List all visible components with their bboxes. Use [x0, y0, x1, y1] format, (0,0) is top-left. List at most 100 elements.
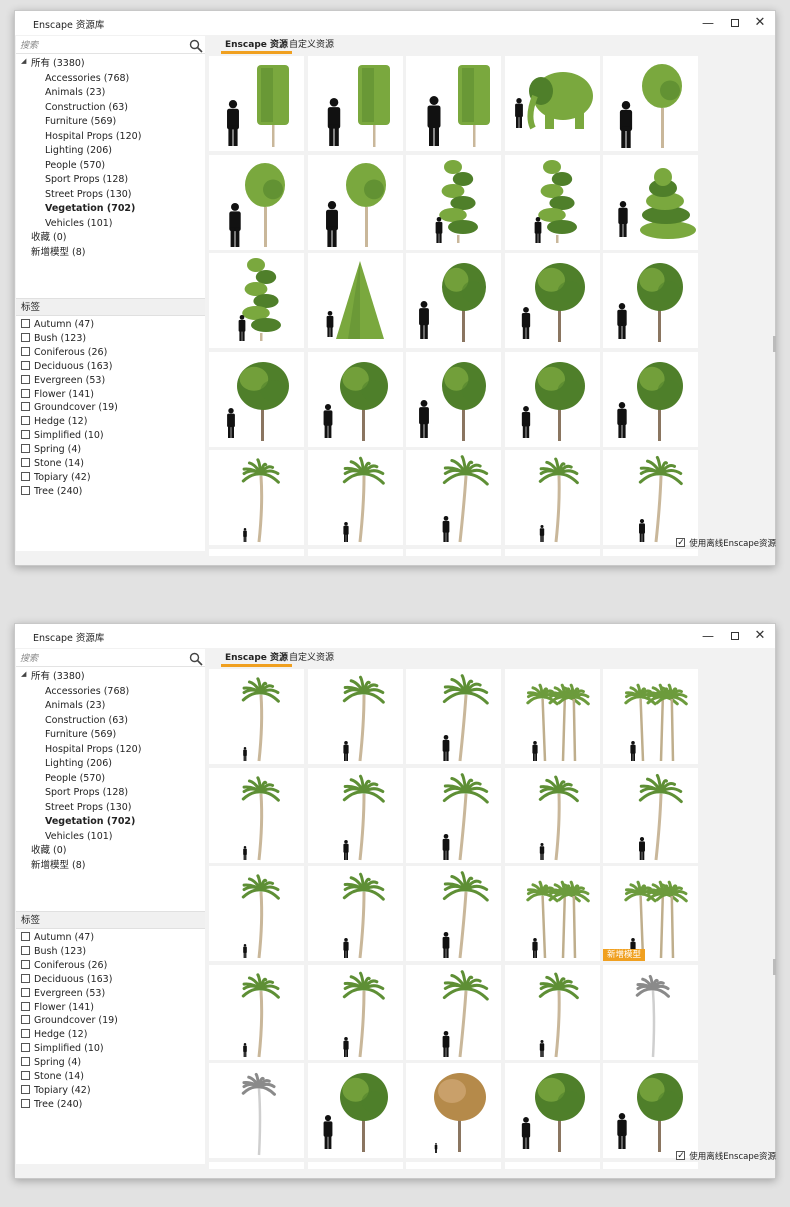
- tree-item[interactable]: Animals (23): [45, 86, 105, 100]
- asset-tile[interactable]: [406, 253, 501, 348]
- asset-tile[interactable]: [504, 767, 600, 863]
- asset-tile[interactable]: [307, 450, 403, 545]
- tag-checkbox[interactable]: [21, 332, 30, 342]
- tag-checkbox[interactable]: [21, 388, 30, 398]
- asset-tile[interactable]: [209, 964, 304, 1060]
- asset-tile[interactable]: [406, 56, 501, 151]
- tag-item[interactable]: Spring (4): [21, 443, 81, 457]
- tree-item[interactable]: People (570): [45, 159, 105, 173]
- search-input[interactable]: [18, 652, 178, 665]
- asset-tile[interactable]: [603, 253, 698, 348]
- tag-checkbox[interactable]: [21, 485, 30, 495]
- asset-tile[interactable]: [209, 450, 304, 545]
- title-bar[interactable]: Enscape 资源库 — ✕: [15, 11, 775, 35]
- asset-tile[interactable]: [406, 767, 501, 863]
- tree-item[interactable]: Accessories (768): [45, 685, 129, 699]
- asset-tile[interactable]: [307, 253, 403, 348]
- tag-checkbox[interactable]: [21, 346, 30, 356]
- tree-item[interactable]: Furniture (569): [45, 728, 116, 742]
- asset-tile[interactable]: [406, 154, 501, 250]
- asset-tile[interactable]: [603, 767, 698, 863]
- asset-tile[interactable]: [603, 154, 698, 250]
- tag-item[interactable]: Deciduous (163): [21, 360, 112, 374]
- tag-checkbox[interactable]: [21, 416, 30, 426]
- asset-tile[interactable]: [209, 56, 304, 151]
- tree-item[interactable]: Vegetation (702): [45, 202, 135, 216]
- tag-item[interactable]: Coniferous (26): [21, 346, 107, 360]
- asset-tile[interactable]: [406, 1063, 501, 1158]
- asset-tile[interactable]: [307, 548, 403, 556]
- asset-tile[interactable]: [209, 767, 304, 863]
- asset-tile[interactable]: [406, 669, 501, 764]
- asset-tile[interactable]: [504, 56, 600, 151]
- tag-checkbox[interactable]: [21, 374, 30, 384]
- asset-tile[interactable]: [209, 866, 304, 961]
- tag-checkbox[interactable]: [21, 1043, 30, 1053]
- asset-tile[interactable]: [209, 548, 304, 556]
- asset-tile[interactable]: [209, 351, 304, 447]
- expand-arrow-icon[interactable]: ◢: [21, 57, 26, 65]
- tag-item[interactable]: Evergreen (53): [21, 374, 105, 388]
- asset-tile[interactable]: [307, 1063, 403, 1158]
- asset-tile[interactable]: [603, 450, 698, 545]
- asset-tile[interactable]: [307, 669, 403, 764]
- tag-checkbox[interactable]: [21, 945, 30, 955]
- search-icon[interactable]: [189, 652, 203, 666]
- asset-tile[interactable]: [603, 1063, 698, 1158]
- tag-item[interactable]: Autumn (47): [21, 931, 94, 945]
- asset-tile[interactable]: [307, 1161, 403, 1169]
- tag-item[interactable]: Groundcover (19): [21, 1014, 118, 1028]
- asset-tile[interactable]: [406, 450, 501, 545]
- asset-tile[interactable]: [209, 1161, 304, 1169]
- tree-item[interactable]: Street Props (130): [45, 188, 132, 202]
- asset-tile[interactable]: [603, 351, 698, 447]
- tag-checkbox[interactable]: [21, 959, 30, 969]
- asset-tile[interactable]: [504, 669, 600, 764]
- tag-item[interactable]: Hedge (12): [21, 415, 87, 429]
- tree-item-favorites[interactable]: 收藏 (0): [31, 844, 66, 858]
- asset-tile[interactable]: [209, 1063, 304, 1158]
- maximize-button[interactable]: [724, 627, 746, 645]
- tree-item[interactable]: Hospital Props (120): [45, 743, 141, 757]
- tag-checkbox[interactable]: [21, 430, 30, 440]
- asset-tile[interactable]: [406, 351, 501, 447]
- tag-checkbox[interactable]: [21, 1057, 30, 1067]
- tag-item[interactable]: Topiary (42): [21, 471, 91, 485]
- tree-item[interactable]: Lighting (206): [45, 144, 112, 158]
- tag-item[interactable]: Autumn (47): [21, 318, 94, 332]
- tag-item[interactable]: Flower (141): [21, 1001, 94, 1015]
- asset-tile[interactable]: [406, 1161, 501, 1169]
- tree-item-new-models[interactable]: 新增模型 (8): [31, 859, 85, 873]
- asset-tile[interactable]: [209, 253, 304, 348]
- tree-item[interactable]: Street Props (130): [45, 801, 132, 815]
- tag-item[interactable]: Hedge (12): [21, 1028, 87, 1042]
- tag-checkbox[interactable]: [21, 932, 30, 941]
- asset-tile[interactable]: [504, 1063, 600, 1158]
- tree-item[interactable]: Vehicles (101): [45, 830, 113, 844]
- asset-tile[interactable]: [504, 1161, 600, 1169]
- tree-item-favorites[interactable]: 收藏 (0): [31, 231, 66, 245]
- offline-checkbox[interactable]: [676, 536, 686, 550]
- tag-checkbox[interactable]: [21, 1001, 30, 1011]
- tree-item[interactable]: Construction (63): [45, 101, 128, 115]
- close-button[interactable]: ✕: [749, 627, 771, 645]
- tag-checkbox[interactable]: [21, 444, 30, 454]
- asset-tile[interactable]: [603, 964, 698, 1060]
- asset-tile[interactable]: [504, 964, 600, 1060]
- minimize-button[interactable]: —: [697, 14, 719, 32]
- tag-item[interactable]: Spring (4): [21, 1056, 81, 1070]
- tag-checkbox[interactable]: [21, 987, 30, 997]
- tag-item[interactable]: Deciduous (163): [21, 973, 112, 987]
- tree-item[interactable]: Sport Props (128): [45, 786, 128, 800]
- tag-item[interactable]: Evergreen (53): [21, 987, 105, 1001]
- asset-tile[interactable]: [307, 767, 403, 863]
- tree-item-new-models[interactable]: 新增模型 (8): [31, 246, 85, 260]
- tag-checkbox[interactable]: [21, 1098, 30, 1108]
- search-icon[interactable]: [189, 39, 203, 53]
- asset-tile[interactable]: [209, 669, 304, 764]
- offline-checkbox[interactable]: [676, 1149, 686, 1163]
- tree-item[interactable]: Construction (63): [45, 714, 128, 728]
- tag-checkbox[interactable]: [21, 360, 30, 370]
- tab-custom-assets[interactable]: 自定义资源: [285, 38, 338, 54]
- asset-tile[interactable]: [504, 450, 600, 545]
